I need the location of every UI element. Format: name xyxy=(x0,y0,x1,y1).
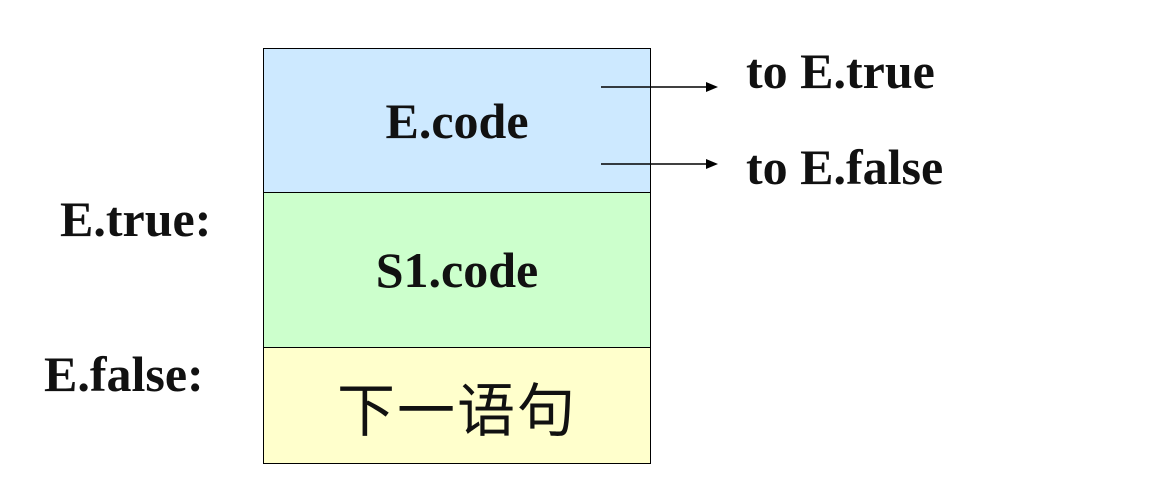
to-e-true-label: to E.true xyxy=(746,43,935,99)
next-statement-block: 下一语句 xyxy=(263,347,651,464)
s1-code-label: S1.code xyxy=(375,242,539,298)
e-code-block: E.code xyxy=(263,48,651,193)
e-true-label: E.true: xyxy=(60,191,212,247)
e-false-label: E.false: xyxy=(44,346,204,402)
next-statement-label: 下一语句 xyxy=(336,376,577,445)
e-code-label: E.code xyxy=(385,92,529,149)
s1-code-block: S1.code xyxy=(263,192,651,348)
control-flow-diagram: E.code S1.code 下一语句 E.true: E.false: to … xyxy=(0,0,1162,490)
to-e-false-label: to E.false xyxy=(746,139,944,195)
